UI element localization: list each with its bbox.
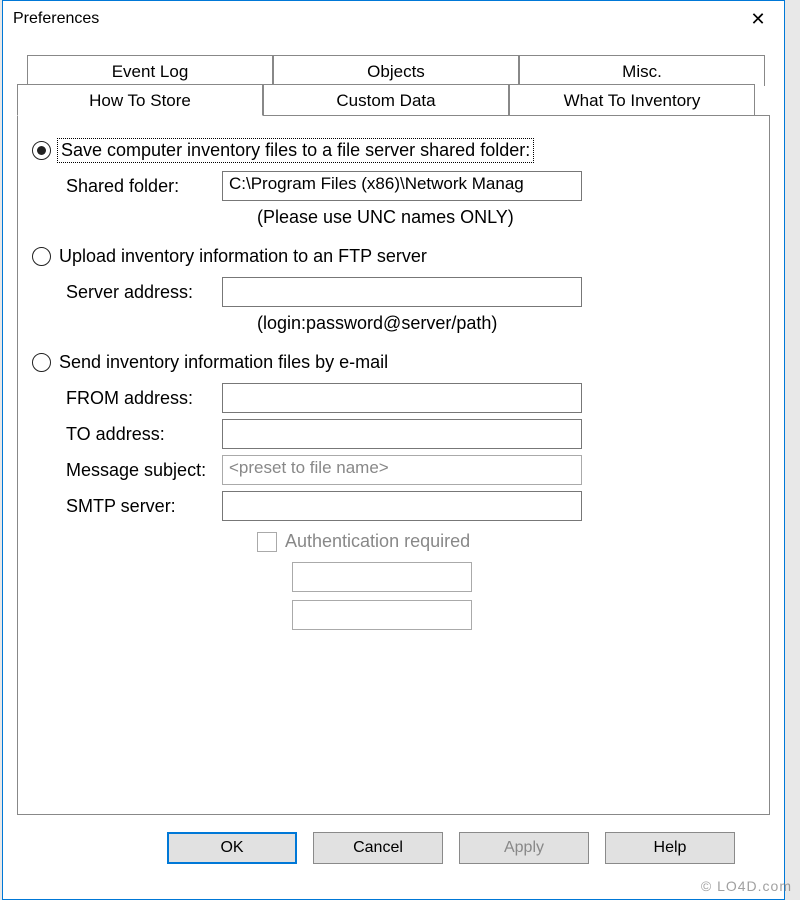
unc-hint: (Please use UNC names ONLY): [32, 207, 755, 228]
message-subject-label: Message subject:: [32, 460, 222, 481]
dialog-buttons: OK Cancel Apply Help: [17, 832, 770, 864]
tab-row-back: Event Log Objects Misc.: [17, 55, 770, 85]
tab-misc[interactable]: Misc.: [519, 55, 765, 86]
from-address-label: FROM address:: [32, 388, 222, 409]
server-address-input[interactable]: [222, 277, 582, 307]
close-icon: ✕: [750, 9, 765, 30]
tab-row-front: How To Store Custom Data What To Invento…: [17, 84, 770, 116]
radio-email-label: Send inventory information files by e-ma…: [59, 352, 388, 373]
password-input[interactable]: [292, 600, 472, 630]
content-area: Event Log Objects Misc. How To Store Cus…: [3, 37, 784, 864]
apply-button[interactable]: Apply: [459, 832, 589, 864]
auth-required-label: Authentication required: [285, 531, 470, 552]
auth-required-checkbox[interactable]: [257, 532, 277, 552]
radio-file-server[interactable]: [32, 141, 51, 160]
server-address-label: Server address:: [32, 282, 222, 303]
ftp-hint: (login:password@server/path): [32, 313, 755, 334]
smtp-server-label: SMTP server:: [32, 496, 222, 517]
to-address-input[interactable]: [222, 419, 582, 449]
shared-folder-input[interactable]: C:\Program Files (x86)\Network Manag: [222, 171, 582, 201]
preferences-window: Preferences ✕ Event Log Objects Misc. Ho…: [2, 0, 785, 900]
tab-panel-how-to-store: Save computer inventory files to a file …: [17, 115, 770, 815]
option-email[interactable]: Send inventory information files by e-ma…: [32, 352, 755, 373]
cancel-button[interactable]: Cancel: [313, 832, 443, 864]
tab-event-log[interactable]: Event Log: [27, 55, 273, 86]
shared-folder-label: Shared folder:: [32, 176, 222, 197]
to-address-label: TO address:: [32, 424, 222, 445]
close-button[interactable]: ✕: [736, 3, 780, 35]
tab-how-to-store[interactable]: How To Store: [17, 84, 263, 116]
login-input[interactable]: [292, 562, 472, 592]
window-title: Preferences: [13, 10, 99, 28]
login-label: Login:: [32, 567, 292, 588]
ok-button[interactable]: OK: [167, 832, 297, 864]
tab-objects[interactable]: Objects: [273, 55, 519, 86]
radio-ftp-label: Upload inventory information to an FTP s…: [59, 246, 427, 267]
tab-custom-data[interactable]: Custom Data: [263, 84, 509, 116]
option-ftp[interactable]: Upload inventory information to an FTP s…: [32, 246, 755, 267]
smtp-server-input[interactable]: [222, 491, 582, 521]
auth-required-row: Authentication required: [32, 531, 755, 552]
from-address-input[interactable]: [222, 383, 582, 413]
password-label: Password:: [32, 605, 292, 626]
help-button[interactable]: Help: [605, 832, 735, 864]
option-file-server[interactable]: Save computer inventory files to a file …: [32, 140, 755, 161]
message-subject-input[interactable]: <preset to file name>: [222, 455, 582, 485]
radio-file-server-label: Save computer inventory files to a file …: [59, 140, 532, 161]
radio-ftp[interactable]: [32, 247, 51, 266]
titlebar: Preferences ✕: [3, 1, 784, 37]
tab-container: Event Log Objects Misc. How To Store Cus…: [17, 55, 770, 816]
radio-email[interactable]: [32, 353, 51, 372]
tab-what-to-inventory[interactable]: What To Inventory: [509, 84, 755, 116]
